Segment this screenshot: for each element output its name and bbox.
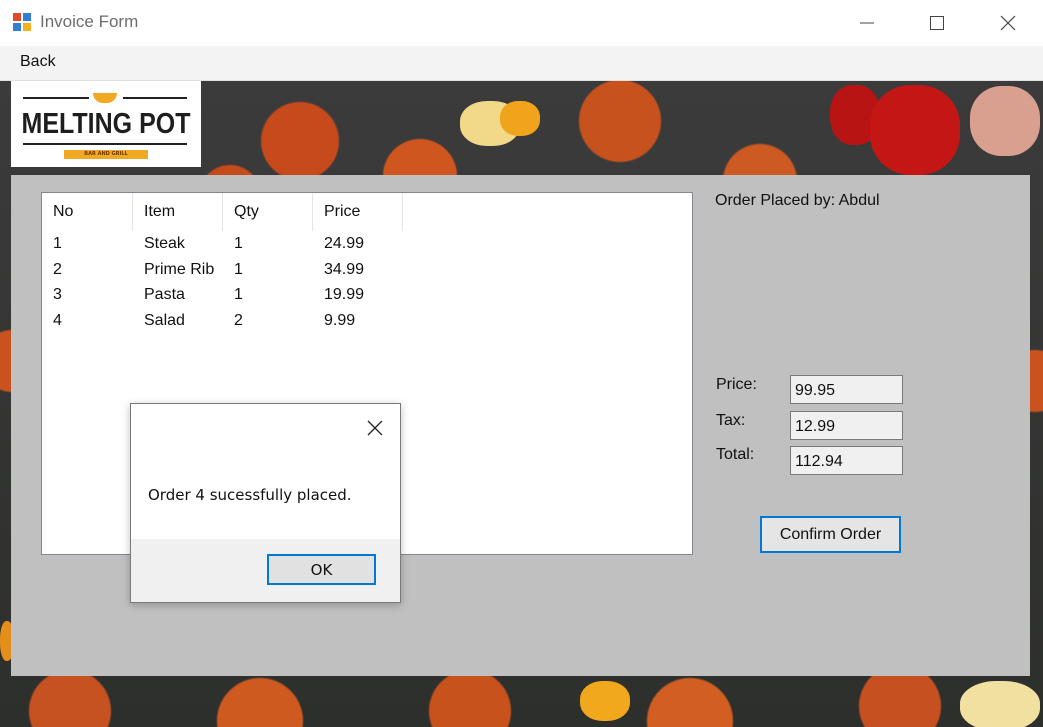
price-label: Price: xyxy=(716,376,757,393)
ok-button[interactable]: OK xyxy=(267,554,376,585)
cell-qty: 1 xyxy=(234,235,243,252)
minimize-button[interactable] xyxy=(844,0,890,46)
table-row[interactable]: 2 Prime Rib 1 34.99 xyxy=(42,258,403,284)
column-header-item[interactable]: Item xyxy=(133,193,223,231)
form-app-icon xyxy=(13,13,33,33)
close-button[interactable] xyxy=(985,0,1031,46)
cell-no: 2 xyxy=(53,260,62,278)
cell-qty: 2 xyxy=(234,311,243,329)
melting-pot-logo: MELTING POT BAR AND GRILL xyxy=(11,81,201,167)
cell-item: Salad xyxy=(144,311,185,329)
menu-bar: Back xyxy=(0,46,1043,81)
cell-item: Steak xyxy=(144,235,185,252)
cell-qty: 1 xyxy=(234,286,243,304)
cell-price: 24.99 xyxy=(324,235,365,252)
logo-name: MELTING POT xyxy=(21,107,191,141)
logo-tagline: BAR AND GRILL xyxy=(64,150,148,159)
order-placed-by-label: Order Placed by: Abdul xyxy=(715,192,880,209)
total-label: Total: xyxy=(716,446,755,463)
price-field[interactable]: 99.95 xyxy=(790,375,903,404)
bowl-icon xyxy=(93,93,117,103)
title-bar: Invoice Form xyxy=(0,0,1043,46)
list-header: No Item Qty Price xyxy=(42,193,403,231)
cell-qty: 1 xyxy=(234,260,243,278)
cell-no: 3 xyxy=(53,286,62,304)
cell-no: 1 xyxy=(53,235,62,252)
window-title: Invoice Form xyxy=(40,12,139,31)
minimize-icon xyxy=(860,22,874,24)
order-placed-dialog: Order 4 sucessfully placed. OK xyxy=(130,403,401,603)
tax-field[interactable]: 12.99 xyxy=(790,411,903,440)
confirm-order-button[interactable]: Confirm Order xyxy=(760,516,901,553)
column-header-qty[interactable]: Qty xyxy=(223,193,313,231)
cell-item: Pasta xyxy=(144,286,185,304)
table-row[interactable]: 3 Pasta 1 19.99 xyxy=(42,283,403,309)
menu-back[interactable]: Back xyxy=(10,50,66,74)
cell-item: Prime Rib xyxy=(144,260,215,278)
cell-no: 4 xyxy=(53,311,62,329)
close-icon xyxy=(1000,15,1016,31)
cell-price: 34.99 xyxy=(324,260,365,278)
cell-price: 19.99 xyxy=(324,286,365,304)
column-header-price[interactable]: Price xyxy=(313,193,403,231)
maximize-icon xyxy=(930,16,944,30)
cell-price: 9.99 xyxy=(324,311,356,329)
maximize-button[interactable] xyxy=(914,0,960,46)
dialog-message: Order 4 sucessfully placed. xyxy=(148,486,352,504)
tax-label: Tax: xyxy=(716,412,746,429)
table-row[interactable]: 4 Salad 2 9.99 xyxy=(42,309,403,335)
close-icon xyxy=(367,420,383,436)
list-rows: 1 Steak 1 24.99 2 Prime Rib 1 34.99 3 Pa… xyxy=(42,232,403,334)
total-field[interactable]: 112.94 xyxy=(790,446,903,475)
dialog-close-button[interactable] xyxy=(363,416,387,440)
column-header-no[interactable]: No xyxy=(42,193,133,231)
table-row[interactable]: 1 Steak 1 24.99 xyxy=(42,232,403,258)
dialog-footer: OK xyxy=(131,539,400,602)
